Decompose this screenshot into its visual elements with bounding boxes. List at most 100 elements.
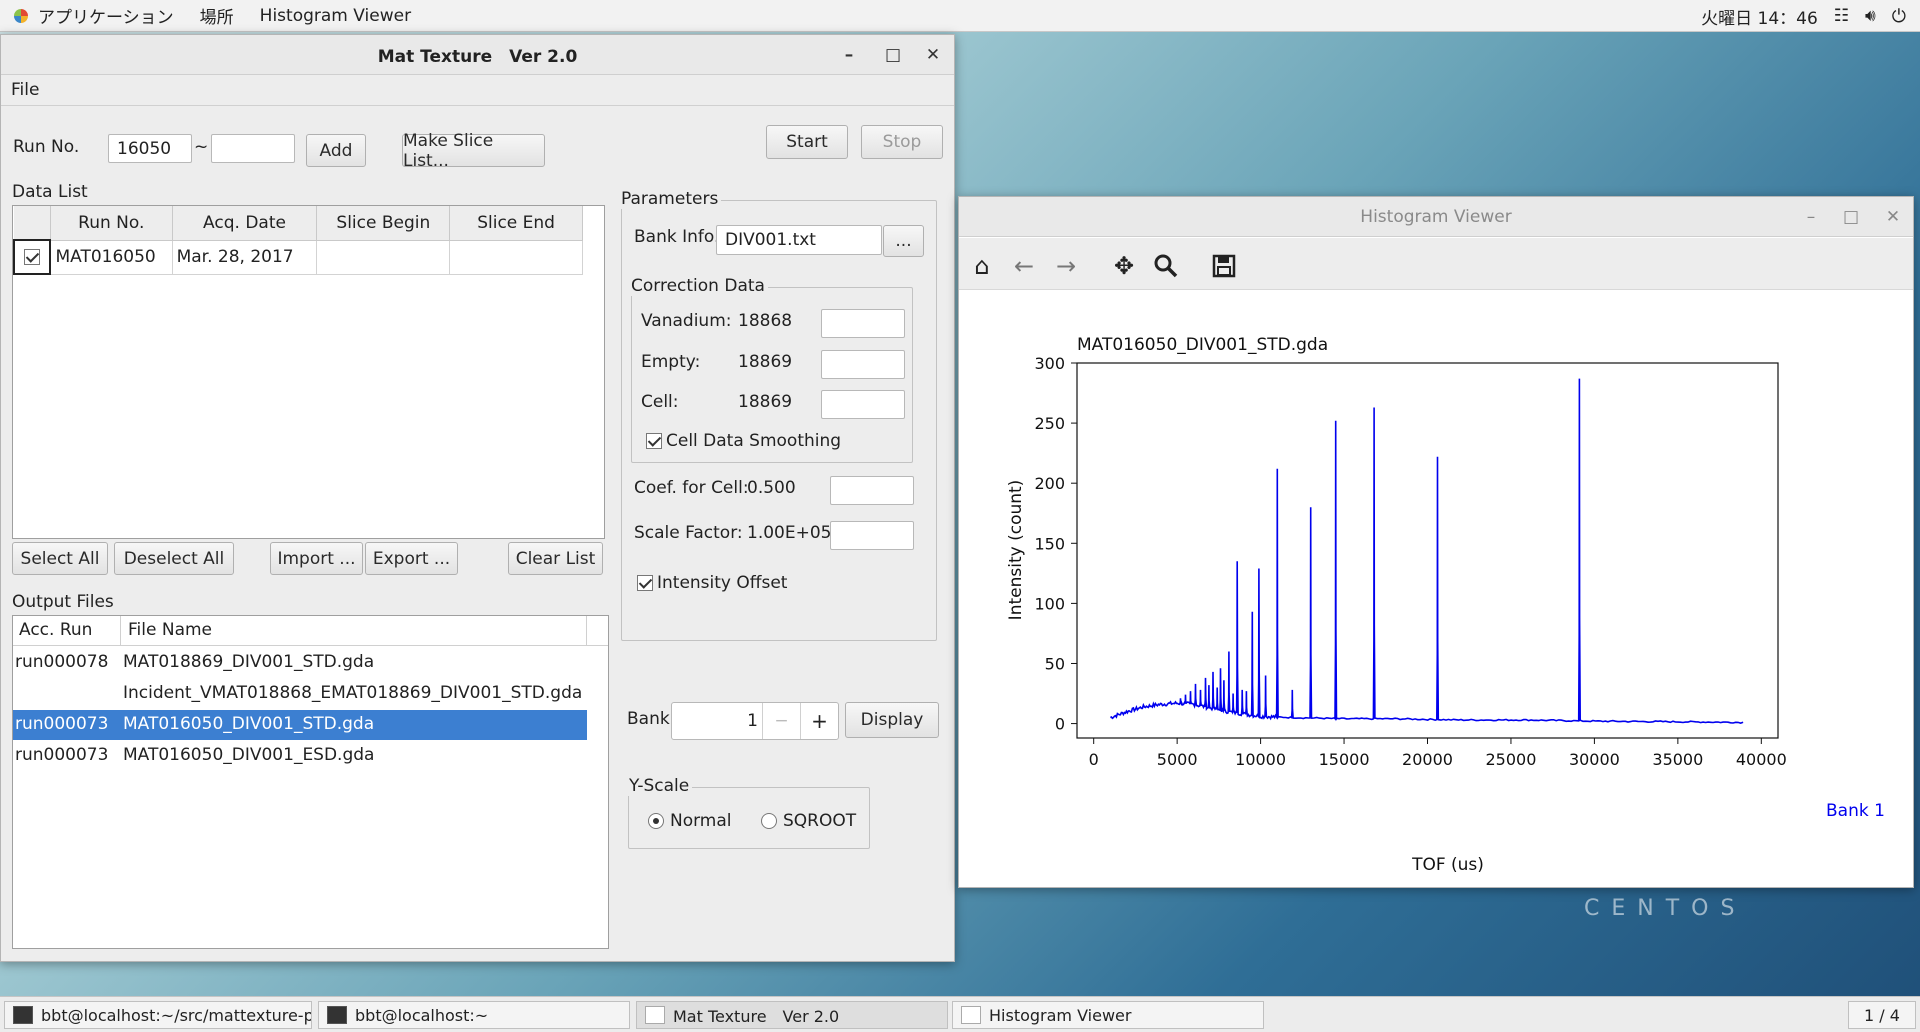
x-tick-label: 5000 <box>1157 750 1198 769</box>
output-run: run000073 <box>15 745 109 765</box>
home-icon[interactable]: ⌂ <box>966 250 998 282</box>
bank-info-input[interactable]: DIV001.txt <box>716 225 882 255</box>
places-menu[interactable]: 場所 <box>200 3 234 28</box>
histogram-titlebar[interactable]: Histogram Viewer – □ ✕ <box>959 197 1913 237</box>
y-axis-label: Intensity (count) <box>1006 480 1026 621</box>
volume-icon[interactable]: 🔊︎ <box>1865 6 1876 26</box>
clear-list-button[interactable]: Clear List <box>508 542 603 575</box>
start-button[interactable]: Start <box>766 125 848 159</box>
task-mat-texture[interactable]: Mat Texture Ver 2.0 <box>636 1001 948 1029</box>
row-acq-date: Mar. 28, 2017 <box>172 240 318 275</box>
list-item[interactable]: run000073 MAT016050_DIV001_ESD.gda <box>13 741 587 771</box>
active-app-menu[interactable]: Histogram Viewer <box>260 6 411 26</box>
checkbox-checked-icon <box>24 249 41 265</box>
run-no-label: Run No. <box>13 137 80 157</box>
row-slice-begin[interactable] <box>316 240 451 275</box>
checkbox-checked-icon <box>637 575 653 591</box>
vanadium-input[interactable] <box>821 309 905 338</box>
mat-titlebar[interactable]: Mat Texture Ver 2.0 – □ ✕ <box>1 35 954 75</box>
bank-spinbox[interactable]: 1 − + <box>671 702 839 740</box>
output-files-list[interactable]: Acc. Run File Name run000078 MAT018869_D… <box>12 615 609 949</box>
scale-factor-input[interactable] <box>830 521 914 550</box>
output-file: Incident_VMAT018868_EMAT018869_DIV001_ST… <box>123 683 583 703</box>
histogram-chart[interactable]: MAT016050_DIV001_STD.gda 0 50 100 150 200 250… <box>960 292 1912 886</box>
maximize-icon[interactable]: □ <box>1835 197 1867 237</box>
coef-label: Coef. for Cell: <box>634 478 749 498</box>
task-terminal-2[interactable]: bbt@localhost:~ <box>318 1001 630 1029</box>
empty-input[interactable] <box>821 350 905 379</box>
terminal-icon <box>13 1006 33 1024</box>
close-icon[interactable]: ✕ <box>1877 197 1909 237</box>
data-list-header: Run No. Acq. Date Slice Begin Slice End <box>14 206 583 241</box>
bank-increment-button[interactable]: + <box>800 703 838 739</box>
data-list-table[interactable]: Run No. Acq. Date Slice Begin Slice End … <box>12 205 605 539</box>
task-histogram-viewer[interactable]: Histogram Viewer <box>952 1001 1264 1029</box>
row-slice-end[interactable] <box>449 240 583 275</box>
header-acc-run[interactable]: Acc. Run <box>19 620 92 640</box>
task-terminal-1[interactable]: bbt@localhost:~/src/mattexture-pyt… <box>4 1001 312 1029</box>
cell-input[interactable] <box>821 390 905 419</box>
list-item-selected[interactable]: run000073 MAT016050_DIV001_STD.gda <box>13 710 587 740</box>
run-to-input[interactable] <box>211 134 295 163</box>
make-slice-list-button[interactable]: Make Slice List... <box>402 131 545 171</box>
y-tick-label: 200 <box>1034 474 1065 493</box>
clock[interactable]: 火曜日 14：46 <box>1701 4 1818 29</box>
header-file-name[interactable]: File Name <box>128 620 212 640</box>
power-icon[interactable]: ⏻ <box>1892 6 1906 27</box>
cell-smoothing-label: Cell Data Smoothing <box>666 431 842 451</box>
task-label: bbt@localhost:~ <box>355 1005 489 1025</box>
y-tick-label: 250 <box>1034 414 1065 433</box>
forward-icon[interactable]: → <box>1050 250 1082 282</box>
stop-button[interactable]: Stop <box>861 125 943 159</box>
maximize-icon[interactable]: □ <box>877 35 909 75</box>
minimize-icon[interactable]: – <box>1795 197 1827 237</box>
display-button[interactable]: Display <box>845 702 939 738</box>
import-button[interactable]: Import ... <box>270 542 363 575</box>
row-checkbox[interactable] <box>12 239 52 275</box>
network-icon[interactable]: ☷ <box>1834 6 1849 26</box>
y-tick-label: 100 <box>1034 594 1065 613</box>
output-file: MAT018869_DIV001_STD.gda <box>123 652 375 672</box>
intensity-offset-label: Intensity Offset <box>657 573 788 593</box>
coef-input[interactable] <box>830 476 914 505</box>
y-tick-label: 150 <box>1034 534 1065 553</box>
bank-info-browse-button[interactable]: ... <box>883 225 924 257</box>
menu-file[interactable]: File <box>11 80 39 100</box>
y-tick-label: 50 <box>1045 654 1065 673</box>
table-row[interactable]: MAT016050 Mar. 28, 2017 <box>12 239 583 275</box>
run-tilde: ~ <box>194 137 209 157</box>
workspace-switcher[interactable]: 1 / 4 <box>1848 1001 1916 1029</box>
empty-value: 18869 <box>738 352 793 372</box>
plot-toolbar <box>959 238 1913 290</box>
output-file: MAT016050_DIV001_ESD.gda <box>123 745 375 765</box>
list-item[interactable]: Incident_VMAT018868_EMAT018869_DIV001_ST… <box>13 679 587 709</box>
checkbox-checked-icon <box>646 433 662 449</box>
task-label: Mat Texture Ver 2.0 <box>673 1007 840 1026</box>
back-icon[interactable]: ← <box>1008 250 1040 282</box>
intensity-offset-checkbox[interactable]: Intensity Offset <box>637 573 787 593</box>
add-button[interactable]: Add <box>306 134 366 167</box>
zoom-icon[interactable] <box>1150 250 1182 282</box>
save-icon[interactable] <box>1208 250 1240 282</box>
bank-info-label: Bank Info. <box>634 227 720 247</box>
cell-smoothing-checkbox[interactable]: Cell Data Smoothing <box>646 431 841 451</box>
list-item[interactable]: run000078 MAT018869_DIV001_STD.gda <box>13 648 587 678</box>
cell-value: 18869 <box>738 392 793 412</box>
header-acq-date[interactable]: Acq. Date <box>172 206 318 241</box>
header-slice-begin[interactable]: Slice Begin <box>316 206 451 241</box>
deselect-all-button[interactable]: Deselect All <box>114 542 234 575</box>
header-slice-end[interactable]: Slice End <box>449 206 583 241</box>
bank-decrement-button[interactable]: − <box>762 703 800 739</box>
run-from-input[interactable]: 16050 <box>108 134 192 163</box>
select-all-button[interactable]: Select All <box>12 542 108 575</box>
header-run-no[interactable]: Run No. <box>50 206 173 241</box>
pan-icon[interactable]: ✥ <box>1108 250 1140 282</box>
close-icon[interactable]: ✕ <box>917 35 949 75</box>
export-button[interactable]: Export ... <box>365 542 458 575</box>
normal-radio[interactable]: Normal <box>648 811 732 831</box>
window-title: Mat Texture Ver 2.0 <box>377 47 578 67</box>
applications-menu[interactable]: アプリケーション <box>12 3 174 28</box>
output-header: Acc. Run File Name <box>13 616 608 646</box>
minimize-icon[interactable]: – <box>833 35 865 75</box>
sqroot-radio[interactable]: SQROOT <box>761 811 856 831</box>
